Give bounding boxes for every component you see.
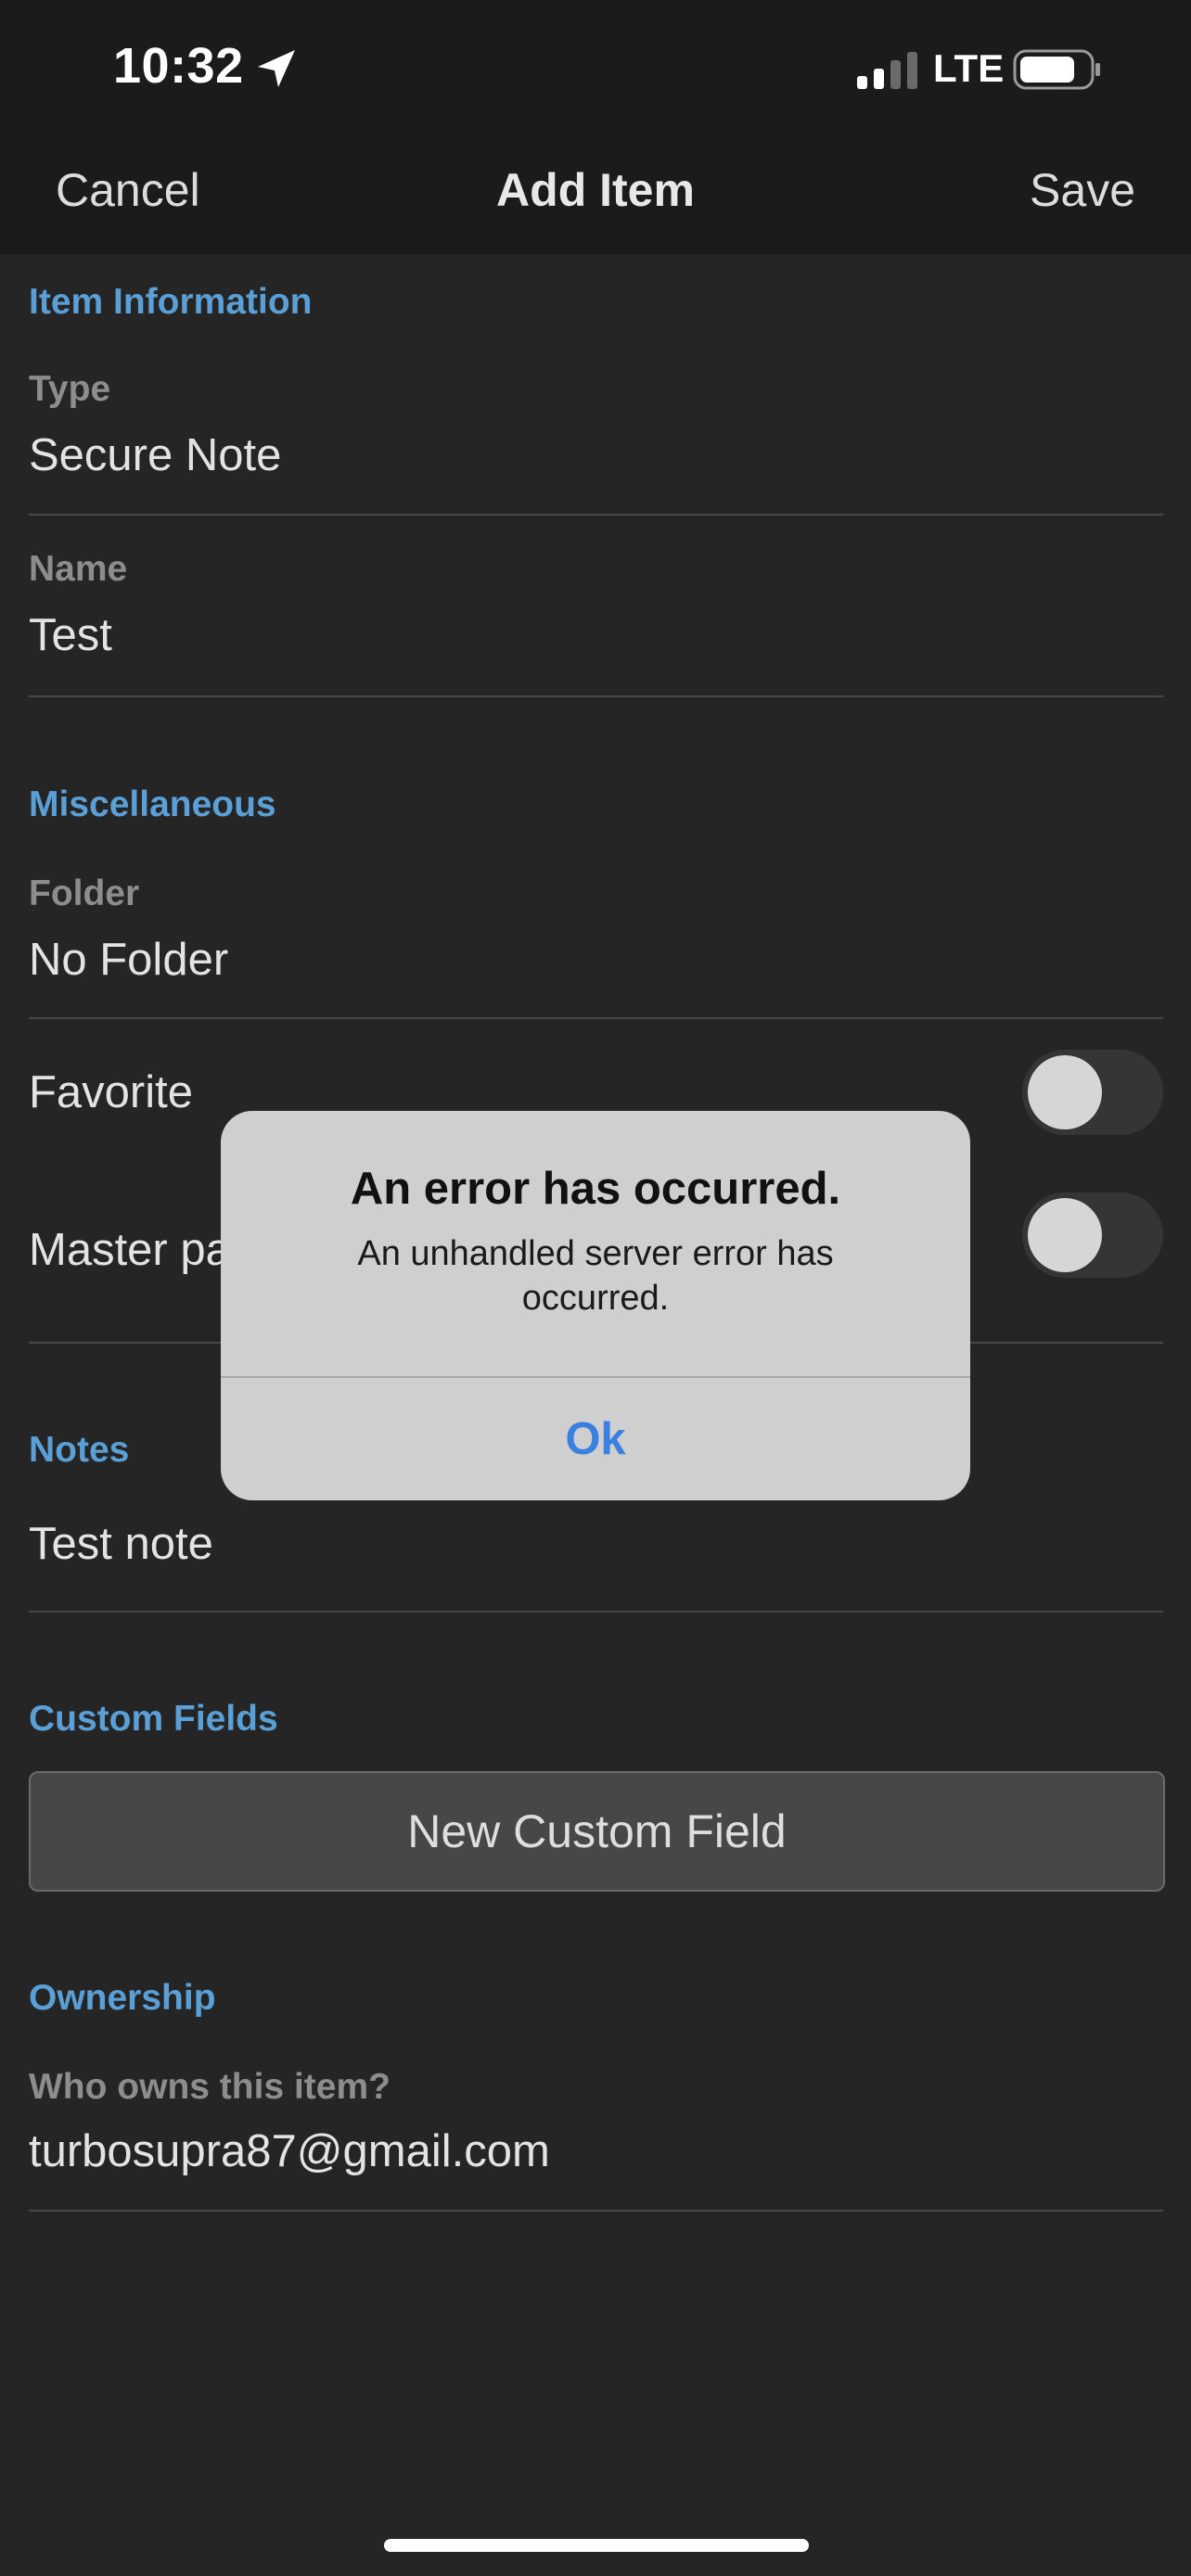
divider — [29, 514, 1163, 516]
folder-label: Folder — [29, 874, 140, 913]
toggle-knob — [1028, 1055, 1102, 1129]
owner-label: Who owns this item? — [29, 2067, 391, 2107]
location-arrow-icon — [258, 50, 295, 87]
favorite-toggle[interactable] — [1022, 1050, 1163, 1135]
toggle-knob — [1028, 1198, 1102, 1272]
section-header-notes: Notes — [29, 1430, 130, 1470]
status-time: 10:32 — [113, 38, 244, 94]
section-header-custom-fields: Custom Fields — [29, 1699, 278, 1739]
section-header-ownership: Ownership — [29, 1978, 216, 2018]
alert-ok-button[interactable]: Ok — [221, 1378, 970, 1500]
favorite-label: Favorite — [29, 1067, 194, 1117]
home-indicator[interactable] — [384, 2539, 809, 2552]
divider — [29, 1611, 1163, 1613]
new-custom-field-button[interactable]: New Custom Field — [29, 1771, 1165, 1892]
name-label: Name — [29, 549, 128, 589]
divider — [29, 2210, 1163, 2212]
type-label: Type — [29, 369, 111, 409]
master-password-reprompt-toggle[interactable] — [1022, 1192, 1163, 1278]
battery-icon — [1013, 49, 1100, 90]
folder-select[interactable]: No Folder — [29, 934, 228, 986]
network-type: LTE — [933, 46, 1005, 90]
divider — [29, 1017, 1163, 1019]
section-header-miscellaneous: Miscellaneous — [29, 784, 276, 824]
alert-message: An unhandled server error has occurred. — [357, 1234, 834, 1318]
status-bar: 10:32 LTE — [0, 0, 1191, 139]
name-input[interactable]: Test — [29, 609, 112, 661]
save-button[interactable]: Save — [1030, 163, 1135, 217]
master-password-reprompt-label: Master pa — [29, 1225, 231, 1275]
divider — [29, 695, 1163, 697]
type-value[interactable]: Secure Note — [29, 429, 281, 481]
owner-select[interactable]: turbosupra87@gmail.com — [29, 2125, 550, 2177]
page-title: Add Item — [496, 164, 695, 216]
alert-title: An error has occurred. — [350, 1164, 841, 1214]
section-header-item-information: Item Information — [29, 282, 313, 322]
signal-bars-icon — [857, 52, 917, 89]
notes-textarea[interactable]: Test note — [29, 1518, 213, 1570]
navigation-bar: Cancel Add Item Save — [0, 139, 1191, 254]
error-alert-dialog: An error has occurred. An unhandled serv… — [221, 1111, 970, 1500]
